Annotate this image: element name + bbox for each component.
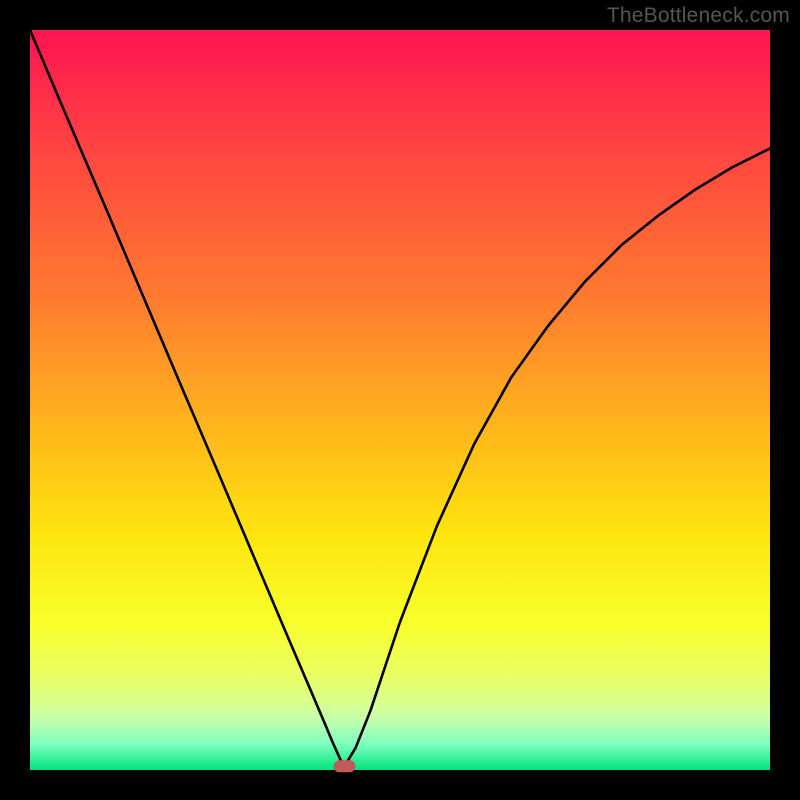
chart-plot-area <box>30 30 770 770</box>
optimal-marker <box>334 760 356 772</box>
bottleneck-chart <box>0 0 800 800</box>
chart-frame <box>0 0 800 800</box>
watermark-text: TheBottleneck.com <box>607 4 790 28</box>
